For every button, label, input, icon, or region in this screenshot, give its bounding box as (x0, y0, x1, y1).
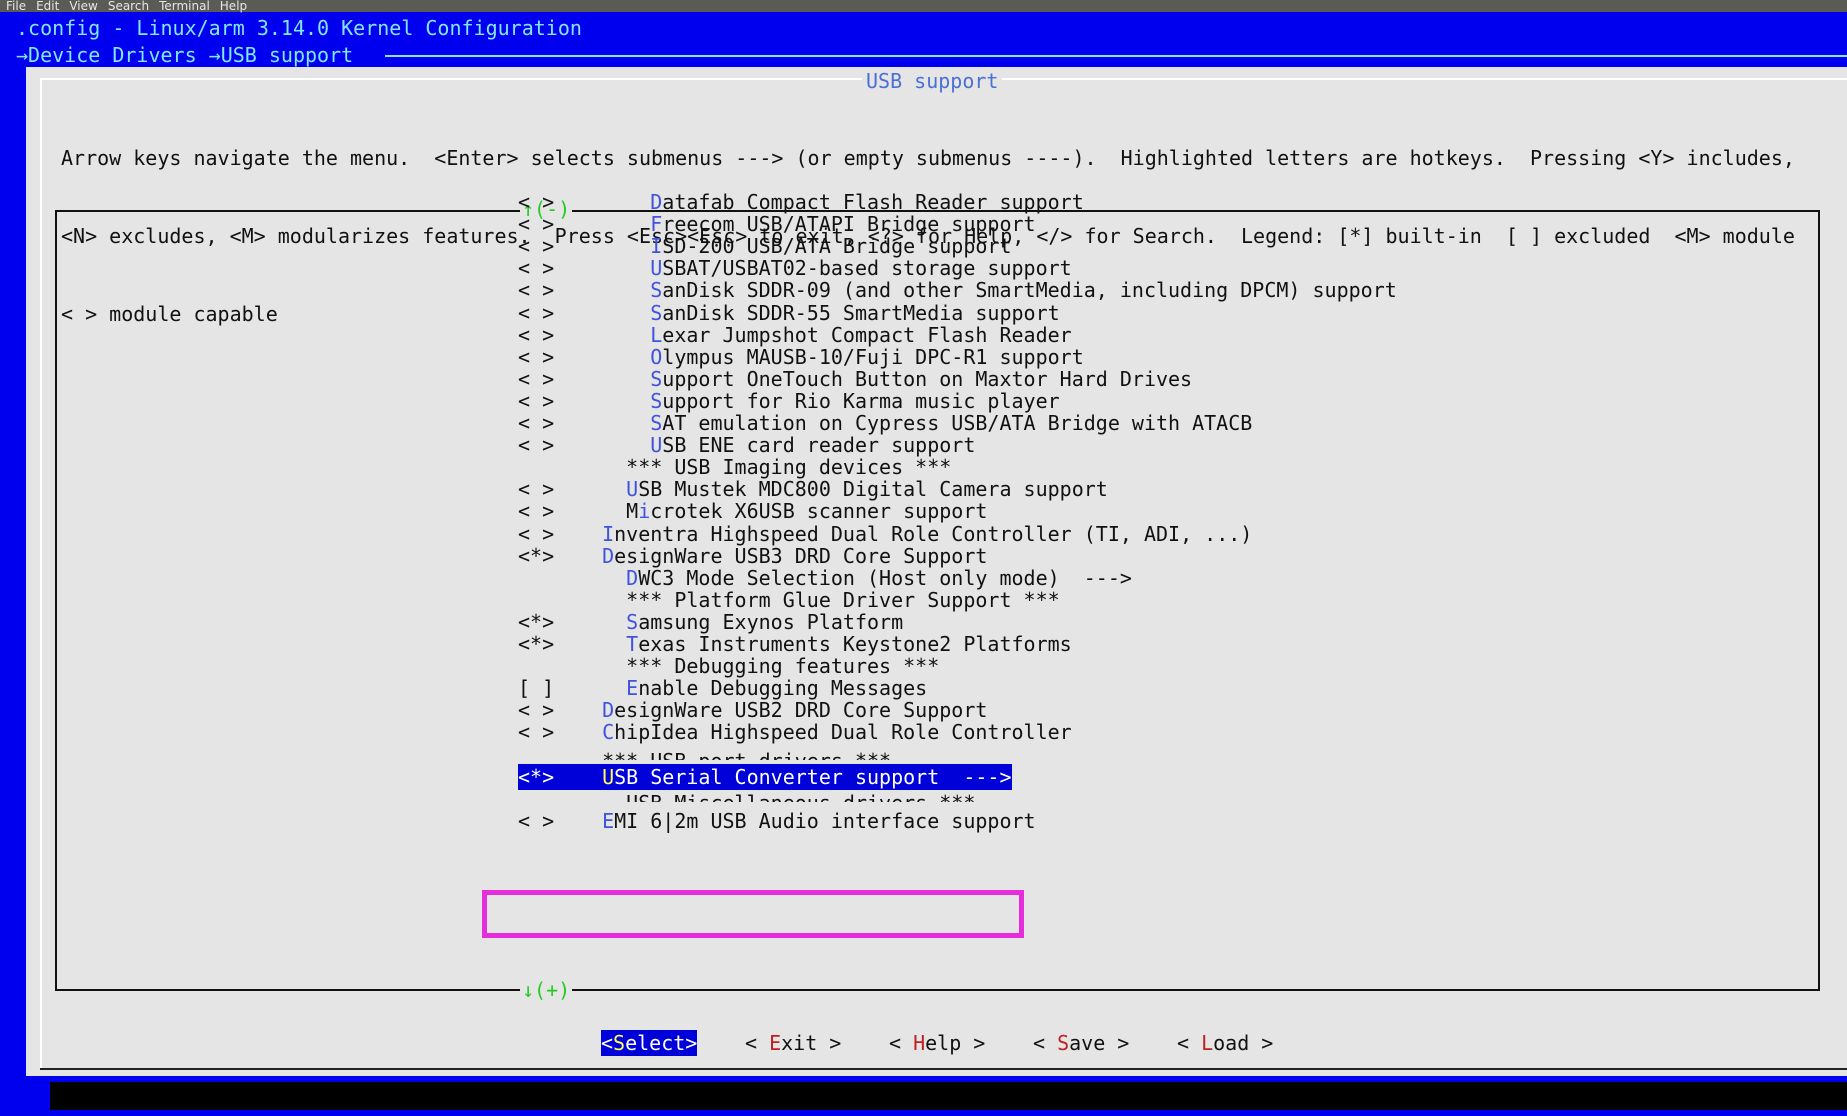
button-label: xit > (781, 1031, 842, 1055)
menu-item[interactable]: USB Miscellaneous drivers *** (518, 790, 975, 802)
button-hotkey: S (1057, 1031, 1070, 1055)
item-label: SB Serial Converter support ---> (614, 764, 1012, 789)
menu-item[interactable]: < > EMI 6|2m USB Audio interface support (518, 808, 1036, 834)
scroll-down-indicator[interactable]: ↓(+) (520, 978, 573, 1002)
hotkey-letter: U (602, 764, 615, 789)
item-label: MI 6|2m USB Audio interface support (614, 808, 1036, 833)
menu-view[interactable]: View (65, 0, 103, 12)
option-state[interactable]: < > (518, 719, 578, 745)
menu-item[interactable]: *** USB port drivers *** (518, 748, 891, 760)
menu-file[interactable]: File (2, 0, 32, 12)
exit-button[interactable]: < Exit > (745, 1030, 841, 1056)
window-title: .config - Linux/arm 3.14.0 Kernel Config… (16, 16, 582, 40)
option-state[interactable]: < > (518, 808, 578, 834)
breadcrumb-rule (385, 55, 1847, 57)
button-label: ave > (1069, 1031, 1130, 1055)
button-label: elp > (925, 1031, 986, 1055)
menu-item-selected[interactable]: <*> USB Serial Converter support ---> (518, 763, 1012, 790)
hotkey-letter: C (602, 720, 615, 745)
terminal-menubar: File Edit View Search Terminal Help (0, 0, 1847, 12)
hotkey-letter: E (602, 808, 615, 833)
button-label: oad > (1213, 1031, 1274, 1055)
button-bracket: < (745, 1031, 770, 1055)
help-button[interactable]: < Help > (889, 1030, 985, 1056)
button-bracket: < (601, 1031, 614, 1055)
menu-item[interactable]: < > ChipIdea Highspeed Dual Role Control… (518, 719, 1072, 745)
item-label: hipIdea Highspeed Dual Role Controller (614, 720, 1072, 745)
load-button[interactable]: < Load > (1177, 1030, 1273, 1056)
item-label: USB Miscellaneous drivers *** (626, 791, 975, 802)
menu-terminal[interactable]: Terminal (155, 0, 216, 12)
button-bracket: < (1177, 1031, 1202, 1055)
option-state[interactable]: <*> (518, 764, 578, 790)
annotation-highlight (482, 890, 1024, 938)
button-bracket: < (889, 1031, 914, 1055)
dialog-title: USB support (862, 69, 1003, 93)
button-label: elect> (625, 1031, 698, 1055)
menu-search[interactable]: Search (104, 0, 155, 12)
breadcrumb: →Device Drivers →USB support (16, 43, 354, 67)
button-hotkey: L (1201, 1031, 1214, 1055)
dialog-bottom-border (40, 1068, 1847, 1070)
select-button[interactable]: <Select> (601, 1030, 698, 1056)
help-line: Arrow keys navigate the menu. <Enter> se… (61, 146, 1795, 170)
button-bracket: < (1033, 1031, 1058, 1055)
button-hotkey: E (769, 1031, 782, 1055)
button-hotkey: H (913, 1031, 926, 1055)
menu-edit[interactable]: Edit (32, 0, 65, 12)
item-label: *** USB port drivers *** (602, 749, 891, 760)
button-hotkey: S (613, 1031, 626, 1055)
terminal-bottom (50, 1082, 1847, 1110)
save-button[interactable]: < Save > (1033, 1030, 1129, 1056)
menu-help[interactable]: Help (216, 0, 253, 12)
